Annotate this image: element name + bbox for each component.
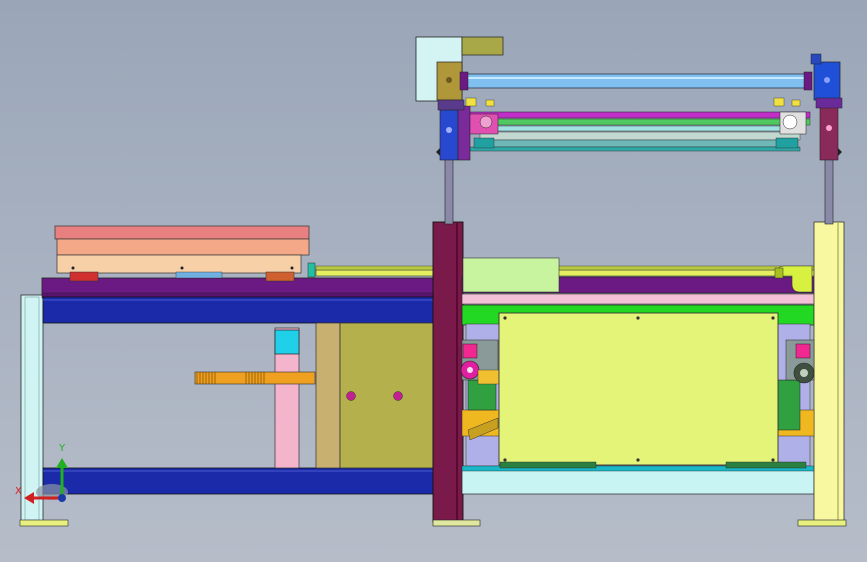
yellow-guide-rail: [315, 269, 817, 277]
cyan-block: [274, 329, 300, 355]
roller-knob-left: [479, 115, 493, 129]
panel-screw-tr: [771, 316, 775, 320]
roller-cap-left: [459, 71, 469, 91]
panel-bolt-left: [346, 391, 356, 401]
carriage-pointer-left: [436, 148, 440, 156]
right-motor-top: [810, 53, 822, 65]
upper-blue-beam: [42, 296, 436, 324]
left-carriage-blue: [439, 109, 459, 161]
plate-dot-2: [180, 266, 184, 270]
right-carriage-bolt: [826, 125, 832, 131]
right-leg-foot: [797, 519, 847, 527]
roller-cap-right: [803, 71, 813, 91]
left-carriage-top: [437, 99, 465, 111]
triad-y-arrow: [56, 458, 68, 468]
gantry-crossbar-lower: [479, 131, 801, 141]
green-block-right: [777, 379, 801, 431]
drive-mechanism: [460, 312, 815, 469]
green-block-left: [467, 379, 497, 411]
gear-right-hub: [800, 369, 808, 377]
right-motor-bolt: [824, 77, 830, 83]
yellow-guide-rail-top: [315, 265, 817, 271]
panel-foot-left: [499, 461, 597, 469]
gantry-crossbar-bottom: [469, 146, 801, 152]
elbow-cap: [774, 267, 784, 279]
plate-dot-3: [290, 266, 294, 270]
right-pink-rail: [461, 293, 817, 305]
panel-screw-tm: [636, 316, 640, 320]
rod-thread-right: [245, 372, 265, 384]
panel-screw-tl: [503, 316, 507, 320]
roller-knob-right: [782, 114, 798, 130]
steel-strip: [175, 271, 223, 279]
top-rail: [41, 277, 435, 296]
control-panel: [498, 312, 779, 466]
gantry-block-bolt: [446, 77, 452, 83]
gear-pink-left: [462, 343, 478, 359]
small-fittings: [465, 97, 801, 107]
main-roller: [461, 73, 811, 89]
panel-foot-right: [725, 461, 807, 469]
plate-dot-1: [71, 266, 75, 270]
left-foot: [19, 519, 69, 527]
gantry-crossbar-cyan: [479, 125, 801, 132]
triad-y-label: Y: [59, 443, 66, 454]
gear-pink-right: [795, 343, 811, 359]
center-rod: [444, 157, 454, 225]
panel-bolt-right: [393, 391, 403, 401]
panel-screw-bl: [503, 458, 507, 462]
rod-thread-left: [196, 372, 216, 384]
mid-plate-peach: [56, 238, 310, 256]
red-clamp-left: [69, 271, 99, 282]
gantry-crossbar-magenta: [469, 111, 811, 119]
lower-blue-beam: [42, 467, 436, 495]
gantry-bracket-olive: [461, 36, 504, 56]
light-green-cover: [462, 257, 560, 293]
low-plate-cream: [56, 254, 302, 274]
upper-gantry: [415, 36, 843, 161]
left-carriage-purple: [457, 105, 471, 161]
right-carriage-top: [815, 97, 843, 109]
shaft-left: [477, 369, 501, 385]
gantry-crossbar-green: [469, 118, 811, 126]
right-carriage-maroon: [819, 103, 839, 161]
right-rod: [824, 157, 834, 225]
tan-post: [315, 322, 341, 469]
gantry-crossbar-teal: [489, 139, 791, 148]
left-frame: [19, 277, 436, 527]
red-clamp-right: [265, 271, 295, 282]
green-tab: [307, 262, 316, 278]
panel-screw-bm: [636, 458, 640, 462]
left-carriage-bolt: [446, 127, 452, 133]
cad-assembly-drawing: [19, 36, 847, 527]
carriage-pointer-right: [838, 148, 842, 156]
panel-screw-br: [771, 458, 775, 462]
center-column-body: [432, 221, 464, 523]
right-yellow-leg: [813, 221, 845, 523]
right-lower-cyan-beam: [461, 469, 815, 495]
top-plate-salmon: [54, 225, 310, 240]
triad-x-label: X: [15, 486, 22, 497]
gear-left-hub: [467, 367, 473, 373]
triad-origin: [58, 494, 66, 502]
center-column-foot: [432, 519, 481, 527]
